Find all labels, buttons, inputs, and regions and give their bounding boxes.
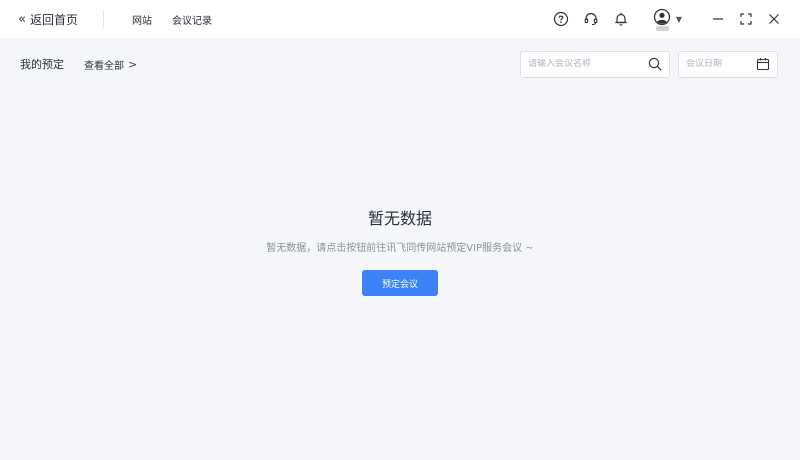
see-all-label: 查看全部: [84, 60, 124, 72]
minimize-button[interactable]: [704, 5, 732, 33]
minimize-icon: [713, 18, 723, 20]
nav-website[interactable]: 网站: [132, 12, 152, 27]
date-box: [678, 50, 778, 78]
list-toolbar: 我的预定 查看全部 >: [0, 50, 800, 78]
title-bar: « 返回首页 网站 会议记录 ▼: [0, 0, 800, 38]
filter-area: [520, 50, 778, 78]
avatar-badge: [655, 26, 669, 31]
support-button[interactable]: [576, 4, 606, 34]
chevron-right-icon: >: [128, 57, 138, 71]
empty-state: 暂无数据 暂无数据，请点击按钮前往讯飞同传网站预定VIP服务会议 ~ 预定会议: [0, 205, 800, 296]
book-meeting-button[interactable]: 预定会议: [362, 270, 438, 296]
notification-button[interactable]: [606, 4, 636, 34]
user-menu[interactable]: ▼: [652, 8, 682, 31]
title-divider: [102, 10, 104, 28]
back-home-label: 返回首页: [29, 12, 78, 27]
help-icon: [553, 11, 568, 27]
help-button[interactable]: [546, 4, 576, 34]
bell-icon: [615, 12, 627, 26]
section-title: 我的预定: [20, 58, 64, 71]
double-chevron-left-icon: «: [18, 11, 26, 27]
back-home-button[interactable]: « 返回首页: [18, 11, 78, 28]
avatar: [652, 8, 672, 31]
search-box: [520, 50, 670, 78]
maximize-icon: [740, 13, 752, 25]
top-nav: 网站 会议记录: [132, 12, 212, 27]
nav-meeting-records[interactable]: 会议记录: [172, 12, 212, 27]
date-input[interactable]: [686, 59, 756, 69]
caret-down-icon: ▼: [675, 14, 682, 24]
calendar-icon[interactable]: [756, 57, 770, 71]
search-icon[interactable]: [648, 57, 662, 71]
user-avatar-icon: [653, 8, 670, 26]
close-button[interactable]: [760, 5, 788, 33]
maximize-button[interactable]: [732, 5, 760, 33]
headset-icon: [584, 12, 598, 26]
app-window: « 返回首页 网站 会议记录 ▼ 我的预定 查看全部 > 请输入会议名称 会议日…: [0, 0, 800, 460]
see-all-link[interactable]: 查看全部 >: [84, 57, 137, 72]
search-input[interactable]: [528, 59, 648, 69]
right-tools: ▼: [546, 4, 788, 34]
empty-description: 暂无数据，请点击按钮前往讯飞同传网站预定VIP服务会议 ~: [266, 243, 534, 254]
close-icon: [769, 14, 779, 24]
empty-title: 暂无数据: [367, 209, 432, 228]
